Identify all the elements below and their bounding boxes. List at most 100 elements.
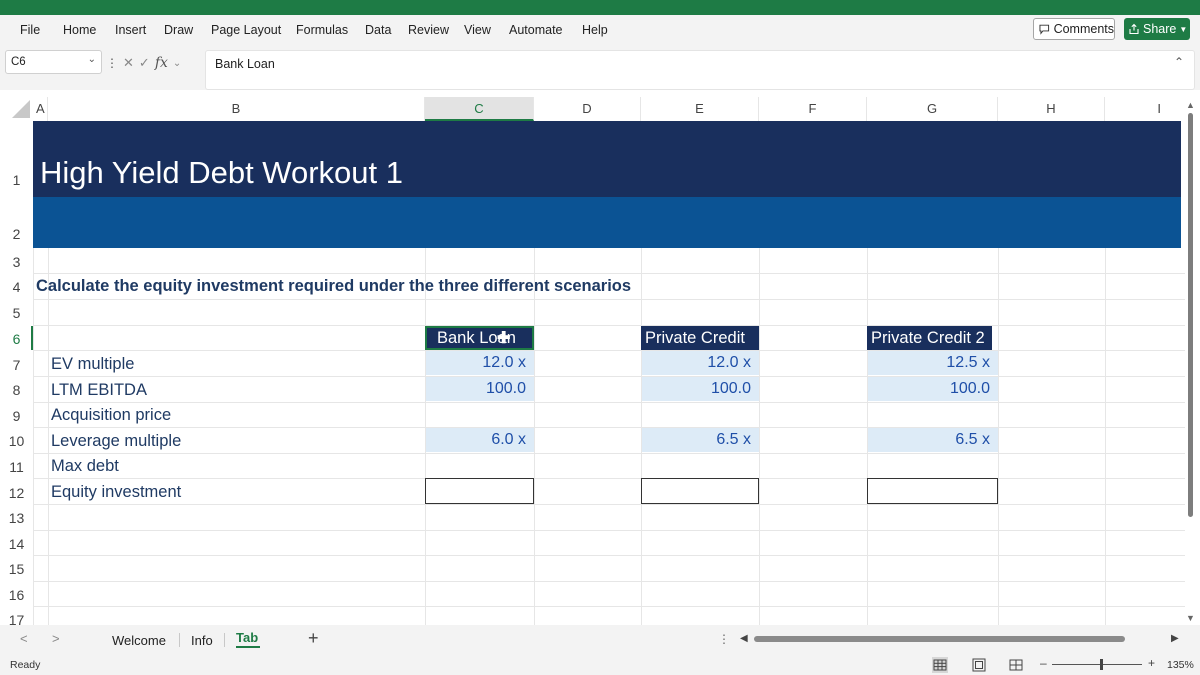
horizontal-scroll-thumb[interactable] [754, 636, 1125, 642]
row-header-14[interactable]: 14 [0, 536, 33, 552]
label-ev-multiple[interactable]: EV multiple [51, 355, 134, 374]
gridline [33, 581, 1185, 582]
normal-view-icon[interactable] [932, 657, 948, 673]
cell-private-credit-2-ltm-ebitda[interactable]: 100.0 [868, 377, 998, 401]
add-sheet-icon[interactable]: + [308, 628, 319, 649]
chevron-down-icon[interactable]: ⌄ [173, 58, 181, 69]
label-max-debt[interactable]: Max debt [51, 457, 119, 476]
row-header-13[interactable]: 13 [0, 510, 33, 526]
cell-private-credit-equity-investment[interactable] [641, 478, 759, 504]
cell-bank-loan-ev-multiple[interactable]: 12.0 x [426, 351, 534, 375]
zoom-level[interactable]: 135% [1167, 659, 1194, 671]
sheet-tab-welcome[interactable]: Welcome [112, 633, 166, 648]
cell-private-credit-2-equity-investment[interactable] [867, 478, 998, 504]
menu-formulas[interactable]: Formulas [296, 23, 348, 37]
cancel-icon[interactable]: ✕ [123, 55, 134, 71]
row-header-15[interactable]: 15 [0, 561, 33, 577]
more-options-icon[interactable]: ⋮ [718, 632, 730, 646]
row-header-9[interactable]: 9 [0, 408, 33, 424]
row-header-11[interactable]: 11 [0, 459, 33, 475]
col-header-g[interactable]: G [867, 97, 998, 121]
vertical-scroll-thumb[interactable] [1188, 113, 1193, 517]
row-header-2[interactable]: 2 [0, 226, 33, 242]
scenario-header-private-credit-2[interactable]: Private Credit 2 [867, 326, 992, 350]
menu-draw[interactable]: Draw [164, 23, 193, 37]
scroll-up-icon[interactable]: ▲ [1186, 100, 1195, 110]
chevron-down-icon[interactable]: ⌄ [88, 54, 96, 65]
scroll-down-icon[interactable]: ▼ [1186, 613, 1195, 623]
row-header-17[interactable]: 17 [0, 612, 33, 625]
gridline [33, 478, 1185, 479]
col-header-h[interactable]: H [998, 97, 1105, 121]
name-box-value: C6 [11, 56, 26, 68]
col-header-b[interactable]: B [48, 97, 425, 121]
row-header-8[interactable]: 8 [0, 382, 33, 398]
row-header-3[interactable]: 3 [0, 254, 33, 270]
zoom-in-icon[interactable]: + [1148, 656, 1155, 670]
label-equity-investment[interactable]: Equity investment [51, 483, 181, 502]
next-sheet-icon[interactable]: > [52, 631, 60, 646]
col-header-f[interactable]: F [759, 97, 867, 121]
row-header-16[interactable]: 16 [0, 587, 33, 603]
menu-page-layout[interactable]: Page Layout [211, 23, 281, 37]
select-all-corner[interactable] [12, 100, 30, 118]
cell-private-credit-2-ev-multiple[interactable]: 12.5 x [868, 351, 998, 375]
page-layout-view-icon[interactable] [971, 657, 987, 673]
zoom-out-icon[interactable]: – [1040, 656, 1047, 670]
menu-view[interactable]: View [464, 23, 491, 37]
scroll-right-icon[interactable]: ▶ [1171, 633, 1179, 644]
menu-help[interactable]: Help [582, 23, 608, 37]
cell-private-credit-leverage-multiple[interactable]: 6.5 x [642, 428, 759, 452]
menu-home[interactable]: Home [63, 23, 96, 37]
collapse-formula-bar-icon[interactable]: ⌃ [1174, 55, 1184, 69]
zoom-slider[interactable] [1052, 664, 1142, 665]
formula-input[interactable]: Bank Loan ⌃ [205, 50, 1195, 90]
comments-button[interactable]: Comments [1033, 18, 1115, 40]
menu-file[interactable]: File [20, 23, 40, 37]
zoom-slider-thumb[interactable] [1100, 659, 1103, 670]
more-options-icon[interactable]: ⋮ [106, 56, 118, 70]
enter-icon[interactable]: ✓ [139, 55, 150, 71]
menu-automate[interactable]: Automate [509, 23, 563, 37]
chevron-down-icon: ▼ [1179, 24, 1188, 34]
sheet-title[interactable]: High Yield Debt Workout 1 [40, 155, 403, 191]
menu-data[interactable]: Data [365, 23, 391, 37]
cell-private-credit-ev-multiple[interactable]: 12.0 x [642, 351, 759, 375]
col-header-e[interactable]: E [641, 97, 759, 121]
page-break-view-icon[interactable] [1008, 657, 1024, 673]
col-header-a[interactable]: A [33, 97, 48, 121]
cell-bank-loan-leverage-multiple[interactable]: 6.0 x [426, 428, 534, 452]
row-header-4[interactable]: 4 [0, 279, 33, 295]
scenario-header-private-credit[interactable]: Private Credit [641, 326, 759, 350]
menu-review[interactable]: Review [408, 23, 449, 37]
cell-bank-loan-equity-investment[interactable] [425, 478, 534, 504]
label-acquisition-price[interactable]: Acquisition price [51, 406, 171, 425]
sheet-tab-tab[interactable]: Tab [236, 630, 258, 645]
menu-insert[interactable]: Insert [115, 23, 146, 37]
row-header-7[interactable]: 7 [0, 357, 33, 373]
insert-function-icon[interactable]: fx [155, 55, 168, 71]
cell-bank-loan-ltm-ebitda[interactable]: 100.0 [426, 377, 534, 401]
row-header-10[interactable]: 10 [0, 433, 33, 449]
cell-private-credit-2-leverage-multiple[interactable]: 6.5 x [868, 428, 998, 452]
cell-private-credit-ltm-ebitda[interactable]: 100.0 [642, 377, 759, 401]
col-header-c[interactable]: C [425, 97, 534, 121]
tab-divider [179, 633, 180, 647]
col-header-d[interactable]: D [534, 97, 641, 121]
sheet-tab-info[interactable]: Info [191, 633, 213, 648]
share-button[interactable]: Share ▼ [1124, 18, 1190, 40]
name-box[interactable]: C6 ⌄ [5, 50, 102, 74]
col-header-i[interactable]: I [1105, 97, 1185, 121]
gridline [33, 504, 1185, 505]
formula-text: Bank Loan [215, 57, 275, 71]
scenario-header-bank-loan[interactable]: Bank Loan [425, 326, 534, 350]
label-leverage-multiple[interactable]: Leverage multiple [51, 432, 181, 451]
prev-sheet-icon[interactable]: < [20, 631, 28, 646]
row-header-6[interactable]: 6 [0, 331, 33, 347]
label-ltm-ebitda[interactable]: LTM EBITDA [51, 381, 147, 400]
instruction-text[interactable]: Calculate the equity investment required… [36, 277, 631, 296]
row-header-1[interactable]: 1 [0, 172, 33, 188]
scroll-left-icon[interactable]: ◀ [740, 633, 748, 644]
row-header-5[interactable]: 5 [0, 305, 33, 321]
row-header-12[interactable]: 12 [0, 485, 33, 501]
